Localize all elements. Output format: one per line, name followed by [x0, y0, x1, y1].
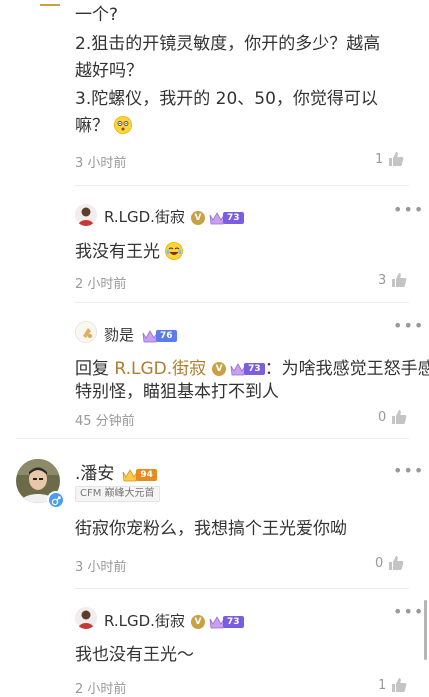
like-count: 0 [378, 409, 387, 425]
male-gender-icon [47, 491, 65, 509]
level-badge: 94 [122, 468, 157, 482]
username-row: .潘安 94 [75, 459, 157, 484]
thumbs-up-icon [392, 273, 407, 287]
reply-timestamp: 2 小时前 [75, 277, 127, 292]
comment-timestamp: 3 小时前 [75, 156, 127, 171]
like-button[interactable]: 1 [378, 676, 408, 694]
more-options-button[interactable]: ••• [393, 200, 424, 219]
divider [75, 185, 409, 186]
level-number: 76 [156, 329, 177, 342]
like-button[interactable]: 1 [375, 150, 405, 168]
more-options-button[interactable]: ••• [393, 461, 424, 480]
thumbs-up-icon [389, 152, 404, 166]
username[interactable]: R.LGD.街寂 [104, 612, 185, 630]
like-count: 1 [378, 677, 387, 693]
level-number: 94 [136, 468, 157, 481]
title-tag: CFM 巅峰大元首 [75, 486, 160, 502]
comment-text-line: 嘛？ [75, 113, 133, 139]
thumbs-up-icon [389, 556, 404, 570]
comment-text-line: 越好吗？ [75, 61, 143, 81]
more-options-button[interactable]: ••• [393, 316, 424, 335]
reply-timestamp: 45 分钟前 [75, 414, 135, 429]
level-badge: 73 [209, 211, 244, 225]
username-row: R.LGD.街寂 V 73 [104, 610, 244, 631]
comment-text-line: 一个? [75, 5, 119, 25]
level-number: 73 [244, 363, 265, 375]
comment-text-line: 3.陀螺仪，我开的 20、50，你觉得可以 [75, 89, 378, 109]
reply-text-line: 特别怪，瞄狙基本打不到人 [75, 382, 279, 402]
reply-text: 我也没有王光～ [75, 645, 194, 665]
scrollbar[interactable] [424, 600, 427, 660]
level-number: 73 [222, 615, 244, 628]
reply-to-username[interactable]: R.LGD.街寂 [114, 359, 206, 379]
comment-text-segment: 嘛？ [75, 116, 109, 136]
verified-badge-icon: V [190, 614, 205, 629]
like-button[interactable]: 3 [378, 271, 408, 289]
reply-prefix: 回复 [75, 359, 109, 379]
laughing-tears-emoji-icon [165, 242, 184, 260]
like-count: 0 [375, 555, 384, 571]
avatar[interactable] [75, 204, 97, 226]
more-options-button[interactable]: ••• [393, 602, 424, 621]
like-count: 3 [378, 272, 387, 288]
like-button[interactable]: 0 [378, 408, 408, 426]
reply-text: 我没有王光 [75, 239, 184, 265]
comment-timestamp: 3 小时前 [75, 560, 127, 575]
divider [16, 438, 409, 439]
level-number: 73 [222, 211, 244, 224]
level-badge: 73 [209, 615, 244, 629]
reply-text-content: 我没有王光 [75, 242, 160, 262]
verified-badge-icon: V [212, 362, 227, 376]
username-row: R.LGD.街寂 V 73 [104, 206, 244, 227]
thumbs-up-icon [392, 678, 407, 692]
divider [75, 588, 409, 589]
comment-text-line: 2.狙击的开镜灵敏度，你开的多少？越高 [75, 34, 381, 54]
dizzy-face-emoji-icon [114, 116, 133, 134]
username[interactable]: 勠是 [104, 326, 134, 344]
thumbs-up-icon [392, 410, 407, 424]
reply-timestamp: 2 小时前 [75, 682, 127, 697]
avatar[interactable] [75, 321, 97, 343]
username[interactable]: R.LGD.街寂 [104, 208, 185, 226]
verified-badge-icon: V [190, 210, 205, 225]
like-count: 1 [375, 151, 384, 167]
reply-text-content: ：为啥我感觉王怒手感 [264, 359, 429, 379]
level-badge: 76 [142, 329, 177, 343]
username[interactable]: .潘安 [75, 464, 114, 484]
comment-text: 街寂你宠粉么，我想搞个王光爱你呦 [75, 519, 347, 539]
like-button[interactable]: 0 [375, 554, 405, 572]
header-accent-bar [40, 4, 60, 6]
avatar[interactable] [75, 607, 97, 629]
username-row: 勠是 76 [104, 324, 177, 345]
divider [75, 302, 409, 303]
level-badge: 73 [230, 362, 265, 376]
